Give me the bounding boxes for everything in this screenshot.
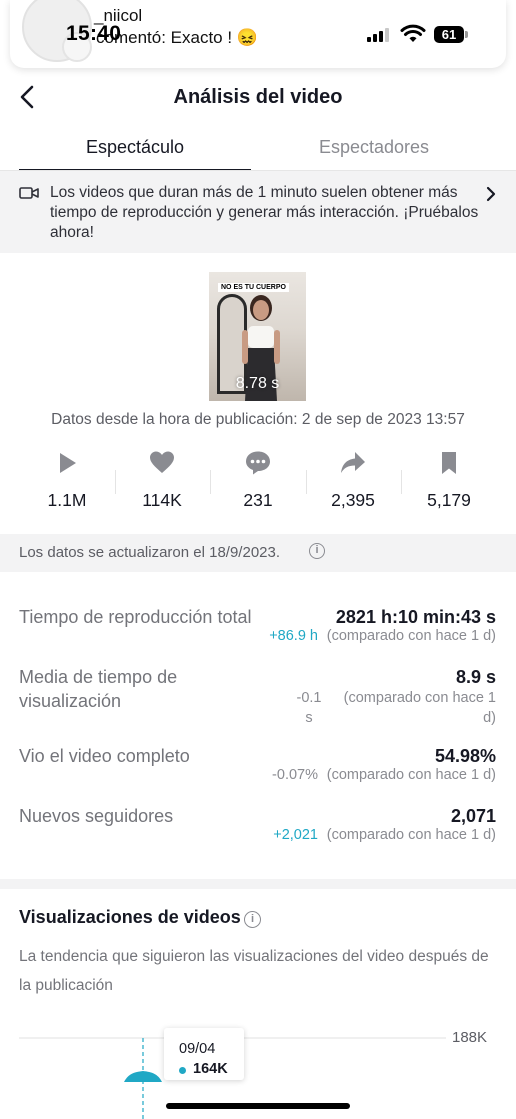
page-title: Análisis del video (173, 86, 343, 108)
stat-value: 114K (142, 490, 182, 510)
section-title: Visualizaciones de videos (19, 907, 241, 927)
stat-shares: 2,395 (306, 450, 400, 511)
metric-delta: -0.1 s (296, 690, 322, 726)
metric-label: Nuevos seguidores (19, 806, 174, 826)
metric-value: 2821 h:10 min:43 s (335, 607, 496, 627)
metric-delta: +86.9 h (269, 628, 318, 644)
publish-date-text: Datos desde la hora de publicación: 2 de… (51, 411, 465, 428)
metric-delta: +2,021 (273, 827, 318, 843)
section-divider (0, 879, 516, 889)
data-updated-bar: Los datos se actualizaron el 18/9/2023. … (0, 534, 516, 572)
metric-value: 54.98% (434, 746, 496, 766)
metric-label: Vio el video completo (19, 746, 190, 766)
stat-comments: 231 (211, 450, 305, 511)
tooltip-value: 164K (193, 1061, 228, 1077)
battery-icon: 61 (434, 26, 464, 43)
metric-compare: (comparado con hace 1 d) (326, 827, 496, 843)
promo-banner[interactable]: Los videos que duran más de 1 minuto sue… (0, 171, 516, 253)
battery-tip (465, 31, 468, 38)
y-axis-max-label: 188K (452, 1029, 488, 1046)
stat-saves: 5,179 (402, 450, 496, 511)
info-icon[interactable]: i (244, 911, 261, 928)
stat-value: 2,395 (331, 490, 375, 510)
home-indicator[interactable] (166, 1103, 350, 1109)
video-thumbnail[interactable]: NO ES TU CUERPO 8.78 s (209, 272, 306, 401)
stat-value: 5,179 (427, 490, 471, 510)
status-time: 15:40 (66, 22, 122, 45)
metric-compare: (comparado con hace 1 d) (326, 767, 496, 783)
chevron-right-icon[interactable] (484, 185, 498, 203)
chart-tooltip: 09/04 164K (164, 1028, 244, 1080)
legend-dot (179, 1067, 186, 1074)
info-icon[interactable]: i (309, 543, 325, 559)
updated-text: Los datos se actualizaron el 18/9/2023. (19, 544, 281, 561)
metric-compare: (comparado con hace 1 d) (326, 628, 496, 644)
signal-icon (367, 28, 389, 42)
stat-likes: 114K (115, 450, 209, 511)
wifi-icon (400, 24, 426, 42)
play-icon (60, 453, 76, 473)
section-description: La tendencia que siguieron las visualiza… (19, 948, 489, 994)
comment-icon (246, 451, 270, 475)
metric-value: 2,071 (450, 806, 496, 826)
thumbnail-caption: NO ES TU CUERPO (218, 283, 289, 292)
chart-area (124, 1071, 162, 1082)
tab-espectaculo[interactable]: Espectáculo (19, 137, 251, 158)
metric-value: 8.9 s (455, 667, 496, 687)
metric-compare: (comparado con hace 1 d) (343, 690, 496, 726)
metric-label: Media de tiempo de visualización (19, 667, 178, 711)
tooltip-date: 09/04 (179, 1041, 216, 1057)
video-duration: 8.78 s (235, 375, 280, 392)
tab-espectadores[interactable]: Espectadores (258, 137, 490, 158)
heart-icon (150, 451, 174, 473)
stat-plays: 1.1M (20, 450, 114, 511)
metric-delta: -0.07% (272, 767, 318, 783)
share-icon (341, 452, 365, 473)
bookmark-icon (442, 452, 456, 474)
stat-value: 1.1M (47, 490, 87, 510)
promo-text: Los videos que duran más de 1 minuto sue… (50, 184, 479, 241)
video-camera-icon (19, 187, 39, 199)
metric-label: Tiempo de reproducción total (19, 607, 252, 627)
stat-value: 231 (243, 490, 273, 510)
